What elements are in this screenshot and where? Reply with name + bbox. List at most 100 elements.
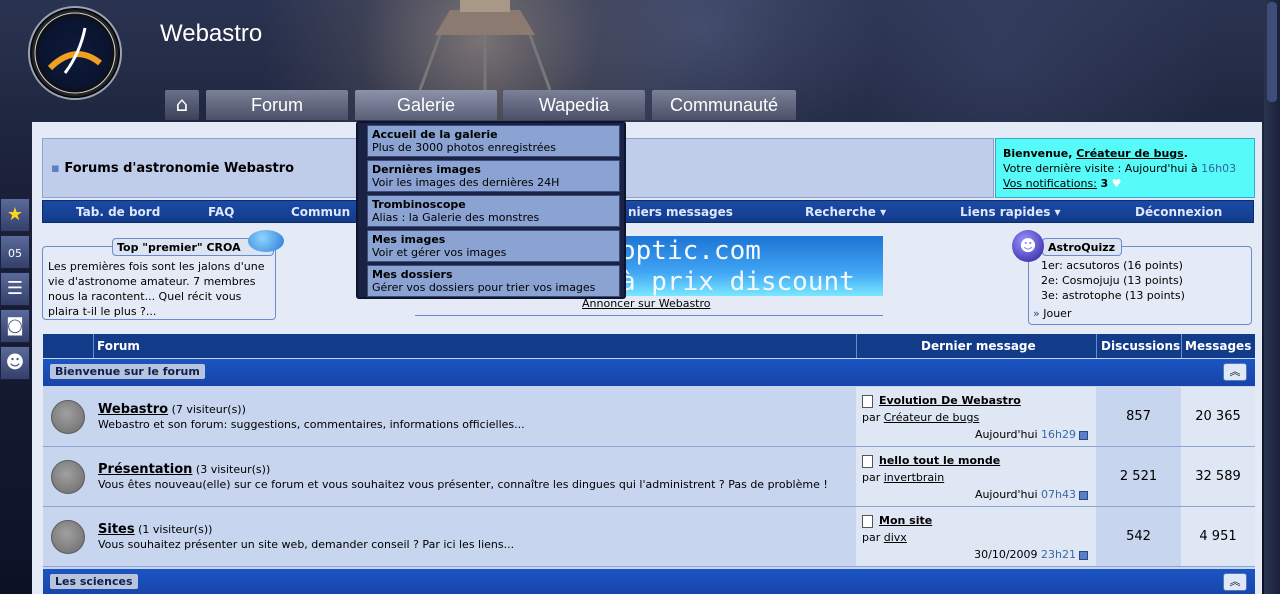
goto-last-icon[interactable] bbox=[1079, 430, 1088, 440]
dropdown-item-desc: Gérer vos dossiers pour trier vos images bbox=[372, 281, 596, 294]
forum-read-icon bbox=[51, 400, 85, 434]
forum-visitors: (7 visiteur(s)) bbox=[168, 403, 246, 416]
gallery-button[interactable]: ◙ bbox=[0, 309, 30, 343]
folder-icon: ▪ bbox=[51, 161, 60, 176]
last-message-day: Aujourd'hui bbox=[974, 488, 1042, 501]
forum-name-link[interactable]: Webastro bbox=[98, 402, 168, 417]
quiz-button[interactable]: ☻ bbox=[0, 346, 30, 380]
breadcrumb-title: Forums d'astronomie Webastro bbox=[64, 161, 295, 176]
by-label: par bbox=[862, 411, 884, 424]
header-forum: Forum bbox=[97, 339, 140, 353]
table-row: Webastro (7 visiteur(s)) Webastro et son… bbox=[43, 387, 1255, 447]
tab-forum[interactable]: Forum bbox=[206, 90, 348, 120]
home-button[interactable]: ⌂ bbox=[165, 90, 199, 120]
forum-name-link[interactable]: Présentation bbox=[98, 462, 192, 477]
menu-faq[interactable]: FAQ bbox=[208, 205, 234, 219]
dropdown-item-accueil[interactable]: Accueil de la galerie Plus de 3000 photo… bbox=[367, 125, 620, 157]
dropdown-item-desc: Voir les images des dernières 24H bbox=[372, 176, 560, 189]
discussions-count: 2 521 bbox=[1096, 447, 1181, 506]
forum-description: Vous souhaitez présenter un site web, de… bbox=[98, 538, 515, 551]
last-message-user[interactable]: Créateur de bugs bbox=[884, 411, 979, 424]
notifications-link[interactable]: Vos notifications: bbox=[1003, 177, 1097, 190]
logo-emblem-icon bbox=[34, 12, 116, 94]
welcome-box: Bienvenue, Créateur de bugs. Votre derni… bbox=[995, 138, 1255, 198]
dropdown-item-desc: Alias : la Galerie des monstres bbox=[372, 211, 540, 224]
tab-wapedia[interactable]: Wapedia bbox=[503, 90, 645, 120]
last-visit-time: 16h03 bbox=[1201, 162, 1237, 175]
favorites-button[interactable]: ★ bbox=[0, 198, 30, 232]
collapse-button[interactable]: ︽ bbox=[1223, 573, 1247, 591]
galerie-dropdown-menu: Accueil de la galerie Plus de 3000 photo… bbox=[356, 121, 626, 299]
site-title: Webastro bbox=[160, 20, 263, 47]
category-title[interactable]: Bienvenue sur le forum bbox=[50, 364, 205, 379]
welcome-user-link[interactable]: Créateur de bugs bbox=[1076, 147, 1183, 160]
category-header: Les sciences ︽ bbox=[43, 569, 1255, 594]
dropdown-item-dernieres-images[interactable]: Dernières images Voir les images des der… bbox=[367, 160, 620, 192]
dropdown-item-mes-images[interactable]: Mes images Voir et gérer vos images bbox=[367, 230, 620, 262]
dropdown-item-desc: Voir et gérer vos images bbox=[372, 246, 507, 259]
tab-galerie[interactable]: Galerie bbox=[355, 90, 497, 120]
last-message-user[interactable]: divx bbox=[884, 531, 907, 544]
list-button[interactable]: ☰ bbox=[0, 272, 30, 306]
calendar-button[interactable]: 05 bbox=[0, 235, 30, 269]
page-scrollbar[interactable] bbox=[1264, 0, 1280, 594]
dropdown-item-trombinoscope[interactable]: Trombinoscope Alias : la Galerie des mon… bbox=[367, 195, 620, 227]
menu-search[interactable]: Recherche ▾ bbox=[805, 205, 886, 219]
last-message-day: 30/10/2009 bbox=[974, 548, 1042, 561]
category-title[interactable]: Les sciences bbox=[50, 574, 138, 589]
last-message-title[interactable]: Evolution De Webastro bbox=[879, 394, 1021, 407]
notifications-count: 3 bbox=[1100, 177, 1109, 190]
top-premier-box: Les premières fois sont les jalons d'une… bbox=[42, 246, 276, 320]
star-icon: ★ bbox=[6, 204, 24, 225]
menu-quick-links[interactable]: Liens rapides ▾ bbox=[960, 205, 1061, 219]
quiz-rank-1: 1er: acsutoros (16 points) bbox=[1041, 259, 1183, 272]
dropdown-item-desc: Plus de 3000 photos enregistrées bbox=[372, 141, 556, 154]
dropdown-item-title: Accueil de la galerie bbox=[372, 128, 498, 141]
left-sidebar: ★ 05 ☰ ◙ ☻ bbox=[0, 198, 30, 383]
dropdown-item-title: Dernières images bbox=[372, 163, 481, 176]
scrollbar-thumb[interactable] bbox=[1267, 2, 1277, 102]
last-message-time: 23h21 bbox=[1041, 548, 1076, 561]
last-message-title[interactable]: Mon site bbox=[879, 514, 932, 527]
list-icon: ☰ bbox=[6, 278, 24, 299]
menu-communaute[interactable]: Commun bbox=[291, 205, 350, 219]
quiz-play-link[interactable]: Jouer bbox=[1043, 307, 1071, 320]
top-premier-title: Top "premier" CROA bbox=[117, 241, 241, 254]
banner-line1: optic.com bbox=[620, 236, 761, 266]
breadcrumb[interactable]: ▪ Forums d'astronomie Webastro bbox=[51, 161, 294, 176]
header-messages: Messages bbox=[1185, 339, 1252, 353]
quiz-rank-3: 3e: astrotophe (13 points) bbox=[1041, 289, 1185, 302]
menu-latest-messages[interactable]: niers messages bbox=[628, 205, 733, 219]
forum-table: Forum Dernier message Discussions Messag… bbox=[43, 334, 1255, 594]
goto-last-icon[interactable] bbox=[1079, 550, 1088, 560]
welcome-greeting: Bienvenue, bbox=[1003, 147, 1077, 160]
menu-logout[interactable]: Déconnexion bbox=[1135, 205, 1222, 219]
document-icon bbox=[862, 394, 873, 408]
collapse-button[interactable]: ︽ bbox=[1223, 363, 1247, 381]
last-message-user[interactable]: invertbrain bbox=[884, 471, 944, 484]
forum-description: Webastro et son forum: suggestions, comm… bbox=[98, 418, 525, 431]
by-label: par bbox=[862, 471, 884, 484]
menu-dashboard[interactable]: Tab. de bord bbox=[76, 205, 160, 219]
forum-name-link[interactable]: Sites bbox=[98, 522, 135, 537]
tab-communaute[interactable]: Communauté bbox=[652, 90, 796, 120]
site-logo[interactable] bbox=[28, 6, 122, 100]
goto-last-icon[interactable] bbox=[1079, 490, 1088, 500]
forum-menubar: Tab. de bord FAQ Commun niers messages R… bbox=[42, 200, 1254, 223]
messages-count: 20 365 bbox=[1181, 387, 1255, 446]
dropdown-item-title: Mes images bbox=[372, 233, 446, 246]
dropdown-item-mes-dossiers[interactable]: Mes dossiers Gérer vos dossiers pour tri… bbox=[367, 265, 620, 297]
lander-image bbox=[418, 0, 552, 92]
header-discussions: Discussions bbox=[1101, 339, 1181, 353]
last-message-time: 07h43 bbox=[1041, 488, 1076, 501]
quiz-rank-2: 2e: Cosmojuju (13 points) bbox=[1041, 274, 1183, 287]
astroquizz-header[interactable]: AstroQuizz bbox=[1042, 238, 1122, 256]
last-message-title[interactable]: hello tout le monde bbox=[879, 454, 1000, 467]
document-icon bbox=[862, 454, 873, 468]
quiz-face-icon: ☻ bbox=[1012, 230, 1044, 262]
camera-icon: ◙ bbox=[6, 315, 24, 336]
header-last-message: Dernier message bbox=[921, 339, 1036, 353]
by-label: par bbox=[862, 531, 884, 544]
forum-description: Vous êtes nouveau(elle) sur ce forum et … bbox=[98, 478, 828, 491]
last-visit-label: Votre dernière visite : Aujourd'hui à bbox=[1003, 162, 1202, 175]
